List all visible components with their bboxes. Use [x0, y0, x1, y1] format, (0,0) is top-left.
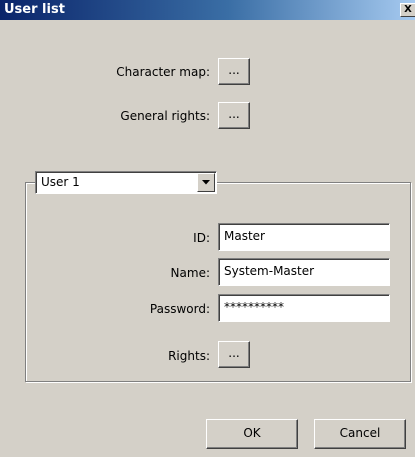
general-rights-label: General rights: [120, 109, 210, 123]
id-label: ID: [193, 231, 210, 245]
dropdown-arrow-icon [202, 180, 210, 185]
cancel-button[interactable]: Cancel [314, 419, 406, 449]
character-map-label: Character map: [116, 65, 210, 79]
user-select-value: User 1 [41, 175, 80, 189]
character-map-button[interactable]: ... [218, 58, 250, 85]
name-field[interactable]: System-Master [218, 258, 390, 286]
rights-label: Rights: [168, 349, 210, 363]
password-field[interactable]: ********** [218, 294, 390, 322]
ok-button[interactable]: OK [206, 419, 298, 449]
id-field[interactable]: Master [218, 223, 390, 251]
close-icon: X [404, 4, 412, 15]
user-select[interactable]: User 1 [35, 171, 217, 194]
window-title: User list [4, 2, 65, 17]
close-button[interactable]: X [400, 3, 415, 17]
general-rights-button[interactable]: ... [218, 102, 250, 129]
user-select-dropdown-button[interactable] [197, 173, 215, 192]
user-list-dialog: User list X Character map: ... General r… [0, 0, 415, 457]
user-rights-button[interactable]: ... [218, 341, 250, 368]
title-bar: User list X [0, 0, 415, 20]
password-label: Password: [149, 302, 210, 316]
name-label: Name: [170, 266, 210, 280]
